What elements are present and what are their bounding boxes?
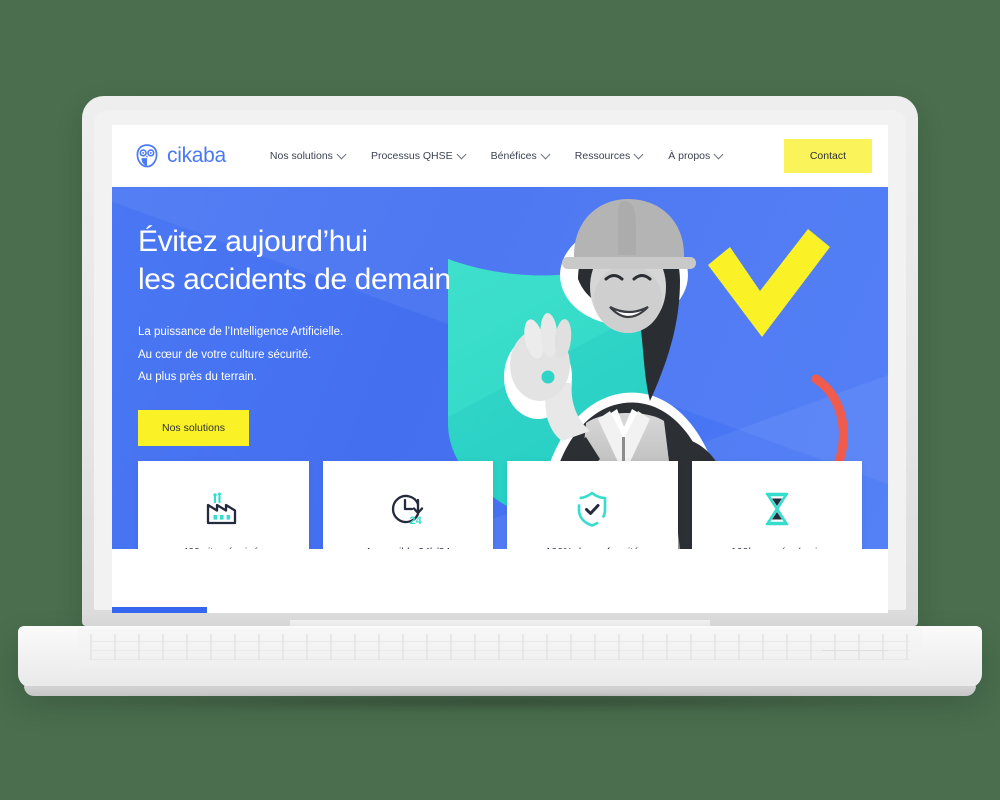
nav-label: À propos [668,150,711,162]
main-navigation: Nos solutions Processus QHSE Bénéfices R… [269,149,724,162]
hero-subtitle: La puissance de l’Intelligence Artificie… [138,326,344,384]
chevron-down-icon [633,149,644,159]
stat-card-label: 400 sites équipés [182,546,264,549]
stat-card-label: 100h gagnées/mois [731,546,823,549]
stat-card-availability[interactable]: 24 Accessible 24h/24 [322,461,493,549]
nav-item-ressources[interactable]: Ressources [574,149,644,162]
factory-icon [203,490,243,528]
brand-name: cikaba [167,144,226,167]
nav-label: Ressources [574,150,631,162]
browser-screen: cikaba Nos solutions Processus QHSE Béné… [112,125,888,613]
laptop-drop-shadow [40,694,960,710]
clock-badge-24: 24 [409,515,422,527]
laptop-keyboard-deck [78,628,922,668]
hero-cta-button[interactable]: Nos solutions [138,410,250,447]
chevron-down-icon [540,149,551,159]
stat-card-label: 100% de conformité [546,546,639,549]
stat-card-sites[interactable]: 400 sites équipés [138,461,309,549]
nav-item-processus-qhse[interactable]: Processus QHSE [370,149,467,162]
nav-label: Processus QHSE [370,150,453,162]
owl-icon [134,143,160,169]
nav-item-benefices[interactable]: Bénéfices [490,149,551,162]
site-header: cikaba Nos solutions Processus QHSE Béné… [112,125,888,187]
yellow-checkmark [708,229,830,337]
clock-24-icon: 24 [388,490,428,528]
scrollbar-thumb[interactable] [112,607,207,613]
nav-label: Nos solutions [269,150,333,162]
laptop-device: cikaba Nos solutions Processus QHSE Béné… [0,0,1000,800]
stat-card-label: Accessible 24h/24 [365,546,450,549]
stat-card-compliance[interactable]: 100% de conformité [507,461,678,549]
stat-card-hours-saved[interactable]: 100h gagnées/mois [691,461,862,549]
chevron-down-icon [336,149,347,159]
keyboard-keys [90,634,910,660]
keyboard-detail-line [822,650,888,651]
brand-logo[interactable]: cikaba [134,143,226,169]
nav-label: Bénéfices [490,150,537,162]
hero-copy: Évitez aujourd’hui les accidents de dema… [138,223,451,447]
hero-section: Évitez aujourd’hui les accidents de dema… [112,187,888,549]
nav-item-a-propos[interactable]: À propos [668,149,724,162]
shield-check-icon [574,490,610,528]
hero-title: Évitez aujourd’hui les accidents de dema… [138,225,451,297]
stat-cards: 400 sites équipés 24 Accessible 24h/24 [138,461,862,549]
horizontal-scrollbar[interactable] [112,607,888,613]
chevron-down-icon [713,149,724,159]
chevron-down-icon [456,149,467,159]
hourglass-icon [761,490,793,528]
contact-button[interactable]: Contact [783,139,872,173]
page-body-below-hero [112,549,888,613]
nav-item-nos-solutions[interactable]: Nos solutions [269,149,347,162]
